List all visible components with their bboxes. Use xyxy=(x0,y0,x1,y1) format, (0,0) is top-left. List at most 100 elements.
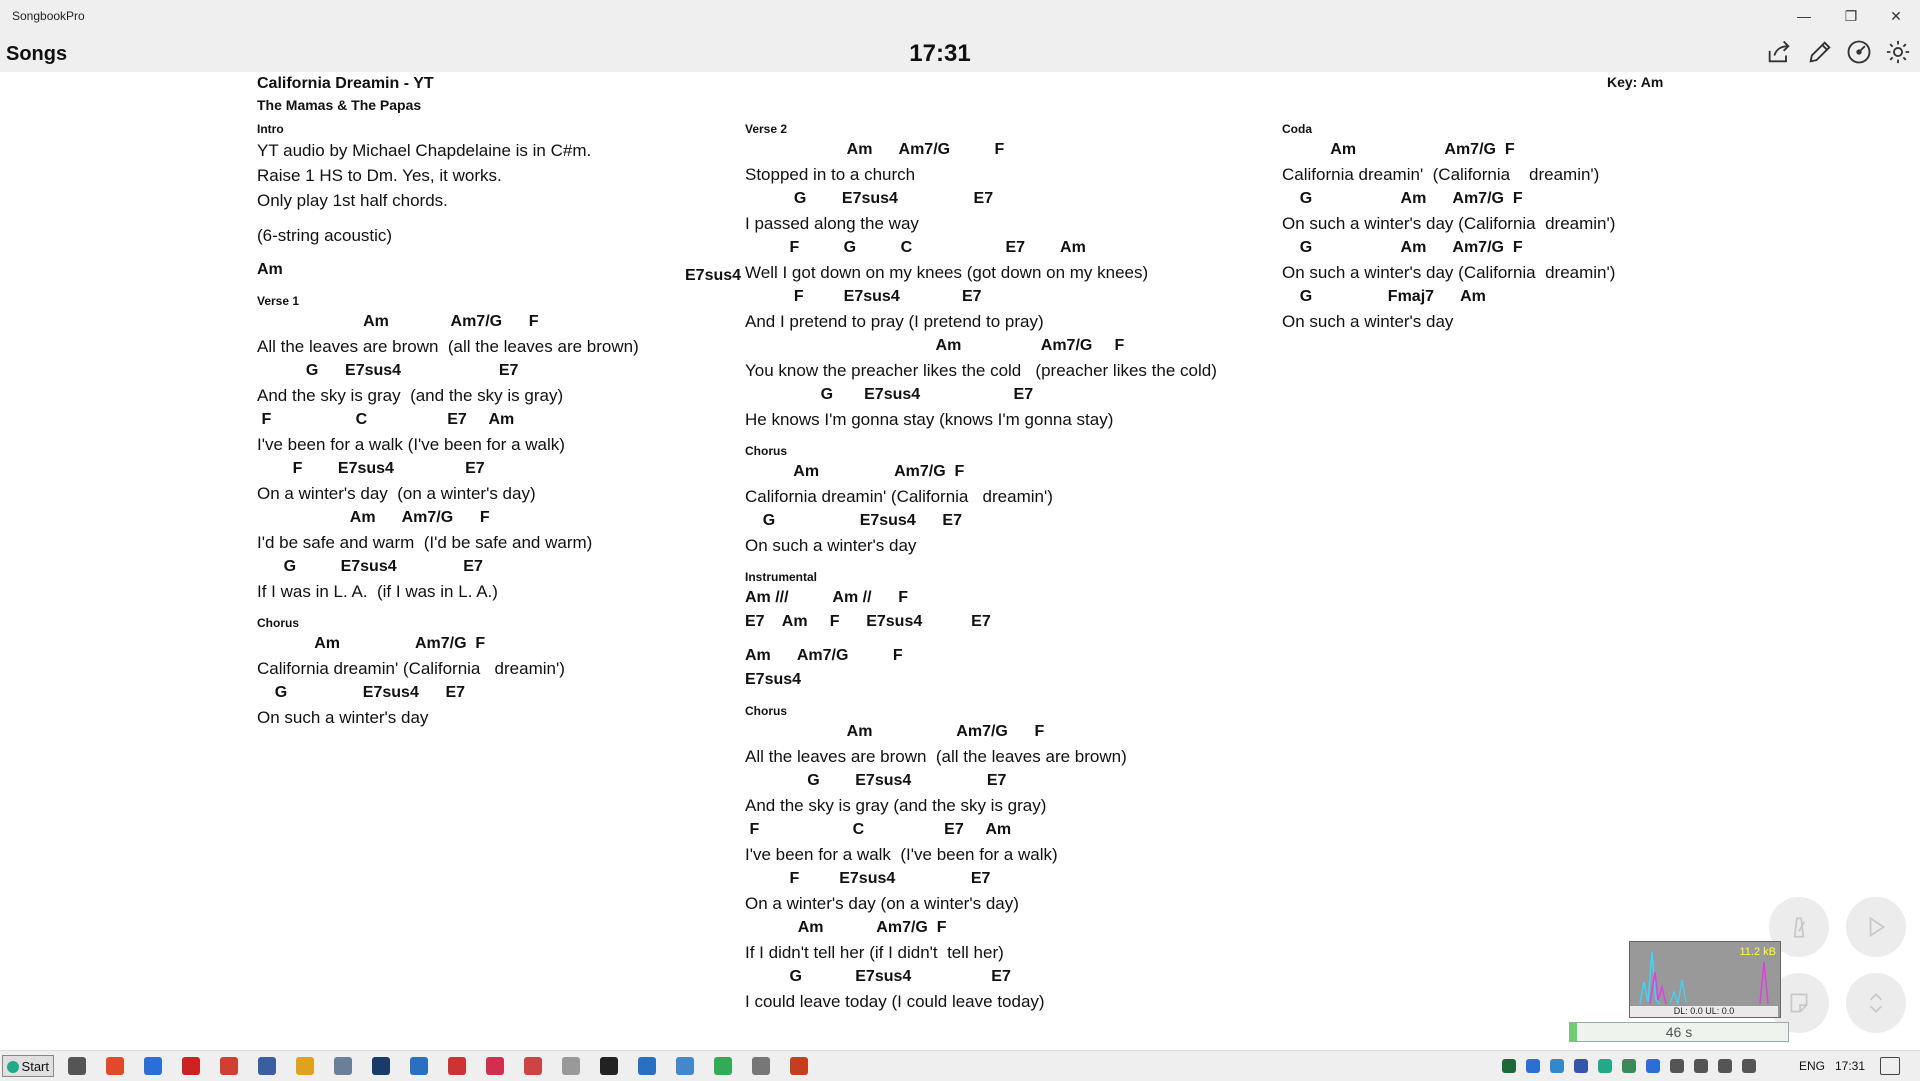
chord-line: F E7sus4 E7 xyxy=(257,460,485,477)
chord-line: Am Am7/G F xyxy=(257,313,539,330)
comment-line: Raise 1 HS to Dm. Yes, it works. xyxy=(257,166,502,185)
share-icon[interactable] xyxy=(1765,38,1797,68)
chord-line: G E7sus4 E7 xyxy=(745,968,1011,985)
section-label: Chorus xyxy=(745,444,787,458)
lyric-line: If I didn't tell her (if I didn't tell h… xyxy=(745,943,1004,962)
song-artist: The Mamas & The Papas xyxy=(257,97,422,113)
chord-line: G E7sus4 E7 xyxy=(257,684,466,701)
network-speed: 11.2 kB xyxy=(1739,946,1777,958)
tray-icon[interactable] xyxy=(1670,1059,1684,1073)
lyric-line: He knows I'm gonna stay (knows I'm gonna… xyxy=(745,410,1114,429)
chord-line: G Am Am7/G F xyxy=(1282,239,1523,256)
chevron-up-down-icon xyxy=(1869,993,1883,1013)
lyric-line: If I was in L. A. (if I was in L. A.) xyxy=(257,582,498,601)
tray-language[interactable]: ENG xyxy=(1799,1059,1825,1073)
lyric-line: California dreamin' (California dreamin'… xyxy=(1282,165,1600,184)
settings-gear-icon[interactable] xyxy=(1884,38,1916,68)
section-label: Coda xyxy=(1282,122,1312,136)
section-label: Instrumental xyxy=(745,570,818,584)
word-icon[interactable] xyxy=(790,1057,808,1075)
app-name: SongbookPro xyxy=(12,9,85,23)
song-column-1: Intro YT audio by Michael Chapdelaine is … xyxy=(257,120,639,730)
tray-icon[interactable] xyxy=(1550,1059,1564,1073)
browser-icon[interactable] xyxy=(144,1057,162,1075)
shield-icon[interactable] xyxy=(638,1057,656,1075)
tray-icon[interactable] xyxy=(1526,1059,1540,1073)
tray-icon[interactable] xyxy=(1598,1059,1612,1073)
tray-icon[interactable] xyxy=(1574,1059,1588,1073)
chord-line: F E7sus4 E7 xyxy=(745,288,982,305)
tray-icon[interactable] xyxy=(1742,1059,1756,1073)
song-timer[interactable]: 46 s xyxy=(1569,1022,1789,1042)
chord-line: G E7sus4 E7 xyxy=(745,512,962,529)
timer-progress-fill xyxy=(1570,1023,1577,1041)
editor-icon[interactable] xyxy=(258,1057,276,1075)
app-icon[interactable] xyxy=(372,1057,390,1075)
folder-icon[interactable] xyxy=(296,1057,314,1075)
close-button[interactable]: ✕ xyxy=(1878,6,1914,26)
lyric-line: On such a winter's day xyxy=(1282,312,1454,331)
lyric-line: On a winter's day (on a winter's day) xyxy=(257,484,536,503)
shield-icon[interactable] xyxy=(410,1057,428,1075)
section-label: Chorus xyxy=(257,616,299,630)
lyric-line: And the sky is gray (and the sky is gray… xyxy=(257,386,564,405)
tray-icon[interactable] xyxy=(1718,1059,1732,1073)
song-view[interactable]: California Dreamin - YT The Mamas & The … xyxy=(0,72,1920,1048)
app-icon[interactable] xyxy=(714,1057,732,1075)
app-icon[interactable] xyxy=(448,1057,466,1075)
tray-icon[interactable] xyxy=(1622,1059,1636,1073)
lyric-line: And the sky is gray (and the sky is gray… xyxy=(745,796,1047,815)
chord-line: Am /// Am // F xyxy=(745,589,908,606)
app-icon[interactable] xyxy=(220,1057,238,1075)
chord-line: F E7sus4 E7 xyxy=(745,870,991,887)
notepad-icon[interactable] xyxy=(334,1057,352,1075)
app-icon[interactable] xyxy=(486,1057,504,1075)
chord-line: Am Am7/G F xyxy=(1282,141,1515,158)
network-dl-ul: DL: 0.0 UL: 0.0 xyxy=(1630,1006,1778,1017)
h-icon[interactable] xyxy=(600,1057,618,1075)
lyric-line: Well I got down on my knees (got down on… xyxy=(745,263,1149,282)
section-label: Intro xyxy=(257,122,284,136)
tray-icon[interactable] xyxy=(1646,1059,1660,1073)
songbook-icon[interactable] xyxy=(562,1057,580,1075)
start-button[interactable]: Start xyxy=(2,1055,54,1077)
play-icon xyxy=(1869,916,1886,938)
chord-line: F C E7 Am xyxy=(745,821,1012,838)
chord-line: G E7sus4 E7 xyxy=(257,558,483,575)
play-button[interactable] xyxy=(1846,897,1906,957)
title-bar: SongbookPro — ❐ ✕ Songs 17:31 xyxy=(0,0,1920,72)
chord-line: G E7sus4 E7 xyxy=(745,386,1034,403)
section-label: Verse 1 xyxy=(257,294,300,308)
firefox-icon[interactable] xyxy=(106,1057,124,1075)
chord-line: E7sus4 xyxy=(685,267,742,284)
gear-icon[interactable] xyxy=(752,1057,770,1075)
lyric-line: California dreamin' (California dreamin'… xyxy=(745,487,1053,506)
minimize-button[interactable]: — xyxy=(1786,6,1822,26)
scroll-button[interactable] xyxy=(1846,973,1906,1033)
lyric-line: I passed along the way xyxy=(745,214,919,233)
tray-icon[interactable] xyxy=(1694,1059,1708,1073)
lyric-line: On such a winter's day xyxy=(745,536,917,555)
app-icon[interactable] xyxy=(676,1057,694,1075)
restore-button[interactable]: ❐ xyxy=(1833,6,1869,26)
autoscroll-gauge-icon[interactable] xyxy=(1845,38,1877,68)
lyric-line: You know the preacher likes the cold (pr… xyxy=(745,361,1217,380)
media-icon[interactable] xyxy=(524,1057,542,1075)
chord-line: Am Am7/G F xyxy=(745,463,965,480)
tray-clock[interactable]: 17:31 xyxy=(1835,1059,1865,1073)
lyric-line: I'd be safe and warm (I'd be safe and wa… xyxy=(257,533,593,552)
song-column-3: Coda Am Am7/G F California dreamin' (Cali… xyxy=(1282,120,1615,334)
chord-line: F C E7 Am xyxy=(257,411,515,428)
lyric-line: California dreamin' (California dreamin'… xyxy=(257,659,565,678)
task-view-icon[interactable] xyxy=(68,1057,86,1075)
section-label: Chorus xyxy=(745,704,787,718)
lyric-line: On such a winter's day (California dream… xyxy=(1282,263,1616,282)
app-icon[interactable] xyxy=(182,1057,200,1075)
notification-icon[interactable] xyxy=(1880,1057,1900,1075)
edit-pencil-icon[interactable] xyxy=(1806,38,1838,68)
tray-icon[interactable] xyxy=(1502,1059,1516,1073)
start-icon xyxy=(7,1061,19,1073)
lyric-line: And I pretend to pray (I pretend to pray… xyxy=(745,312,1044,331)
